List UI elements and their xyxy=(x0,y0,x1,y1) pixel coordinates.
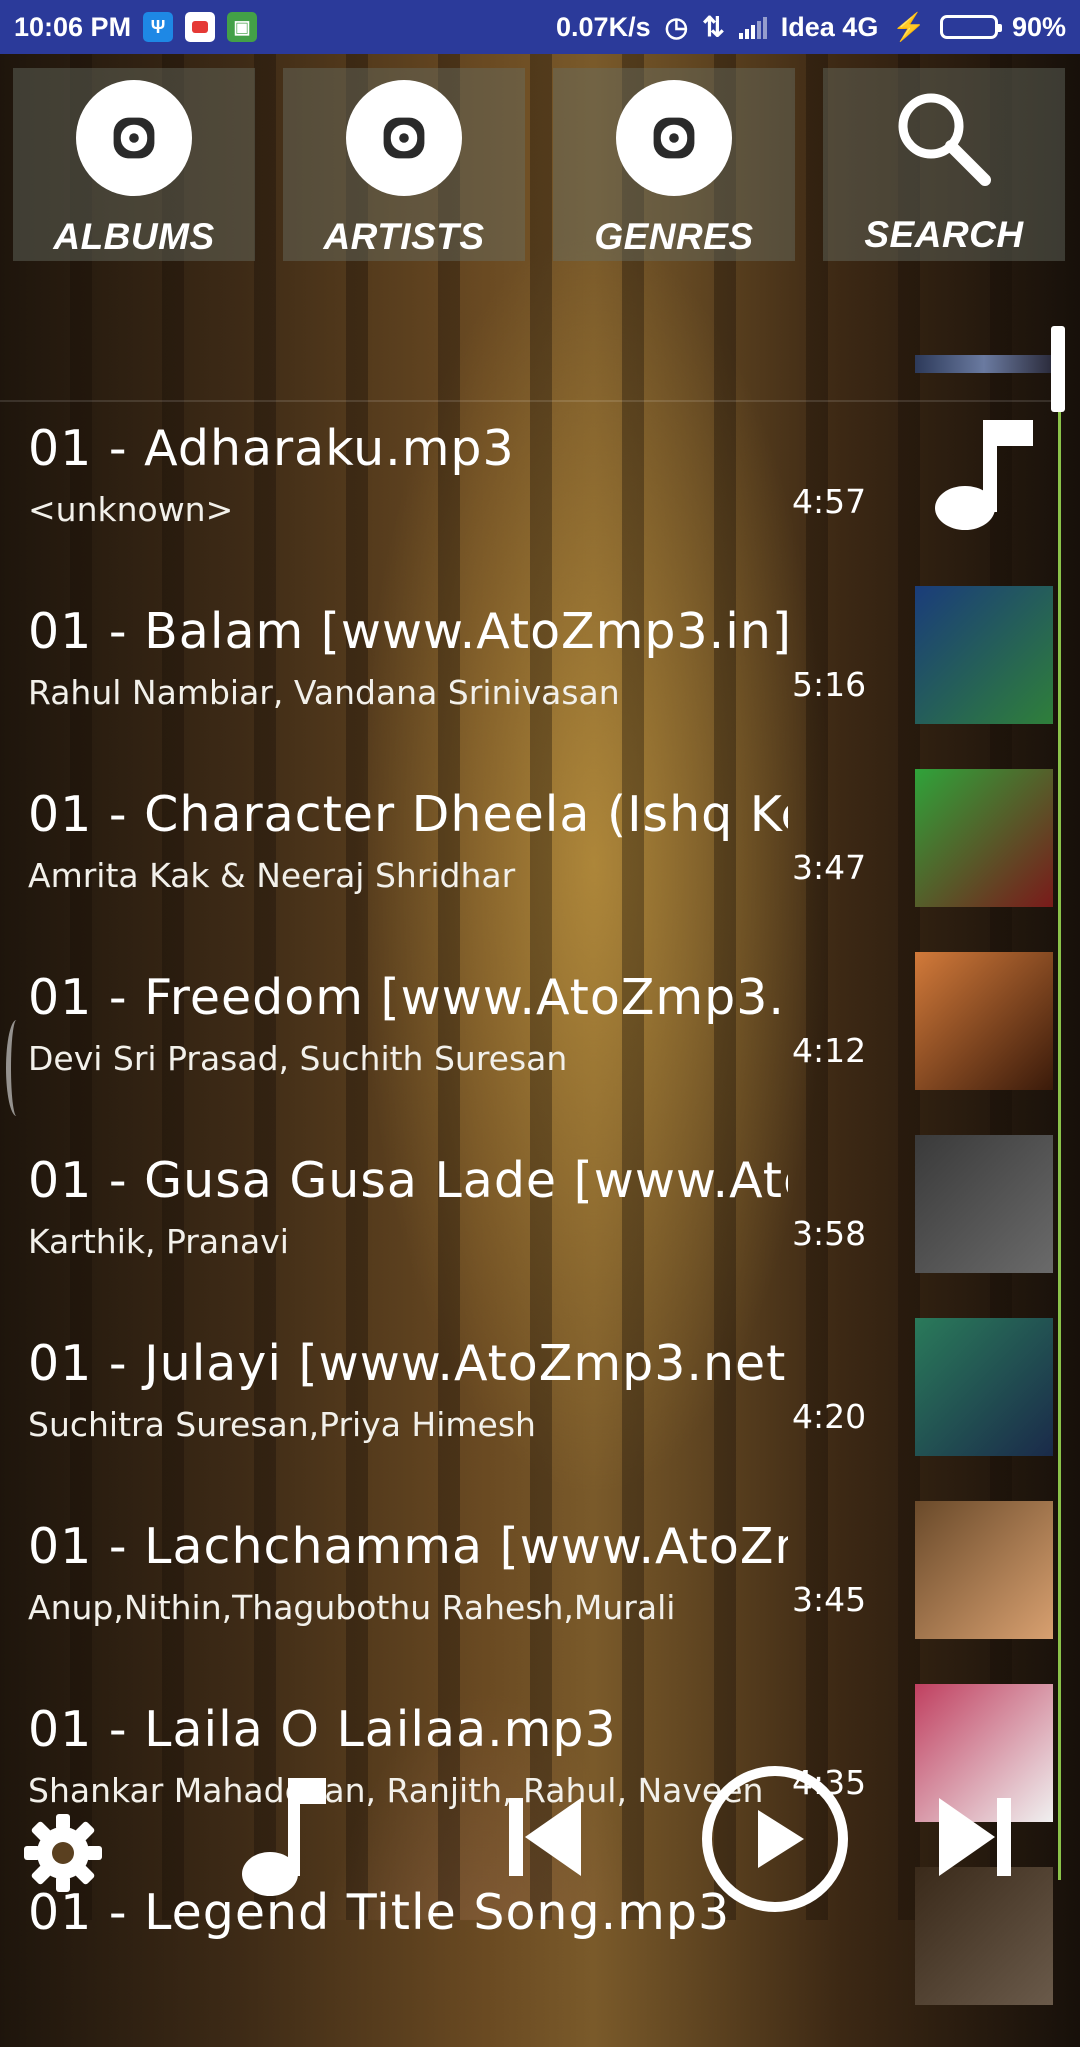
song-title: 01 - Character Dheela (Ishq Ke... xyxy=(28,786,788,843)
network-speed: 0.07K/s xyxy=(556,11,651,42)
genres-tab[interactable]: GENRES xyxy=(553,68,795,261)
artists-tab[interactable]: ARTISTS xyxy=(283,68,525,261)
now-playing-button[interactable] xyxy=(238,1770,328,1900)
usb-icon: Ψ xyxy=(143,12,174,42)
play-icon xyxy=(702,1766,848,1912)
song-title: 01 - Freedom [www.AtoZmp3.in].... xyxy=(28,969,788,1026)
song-title: 01 - Julayi [www.AtoZmp3.net].m... xyxy=(28,1335,788,1392)
song-duration: 3:58 xyxy=(792,1214,867,1253)
song-artist: Rahul Nambiar, Vandana Srinivasan xyxy=(28,673,620,712)
song-row[interactable]: 01 - Julayi [www.AtoZmp3.net].m... Suchit… xyxy=(0,1315,1060,1498)
album-art-thumbnail xyxy=(915,1135,1053,1273)
song-duration: 3:45 xyxy=(792,1580,867,1619)
song-artist: <unknown> xyxy=(28,490,234,529)
song-title: 01 - Balam [www.AtoZmp3.in].mp3 xyxy=(28,603,788,660)
album-art-thumbnail xyxy=(915,1501,1053,1639)
album-art-thumbnail xyxy=(915,355,1053,373)
song-duration: 3:47 xyxy=(792,848,867,887)
song-row[interactable]: 01 - Balam [www.AtoZmp3.in].mp3 Rahul Nam… xyxy=(0,583,1060,766)
gear-icon xyxy=(24,1814,102,1892)
genres-label: GENRES xyxy=(594,216,754,257)
albums-label: ALBUMS xyxy=(53,216,215,257)
song-duration: 4:57 xyxy=(792,482,867,521)
albums-tab[interactable]: ALBUMS xyxy=(13,68,255,261)
song-artist: Karthik, Pranavi xyxy=(28,1222,289,1261)
disc-icon xyxy=(616,80,732,196)
song-artist: Suchitra Suresan,Priya Himesh xyxy=(28,1405,536,1444)
data-icon: ⇅ xyxy=(702,11,725,42)
youtube-icon xyxy=(185,12,216,42)
album-art-thumbnail xyxy=(915,586,1053,724)
previous-button[interactable] xyxy=(505,1792,585,1882)
song-title: 01 - Lachchamma [www.AtoZmp... xyxy=(28,1518,788,1575)
song-row[interactable]: 01 - Adharaku.mp3 <unknown> 4:57 xyxy=(0,400,1060,583)
song-title: 01 - Adharaku.mp3 xyxy=(28,420,515,477)
music-note-icon xyxy=(915,403,1053,541)
status-bar: 10:06 PM Ψ ▣ 0.07K/s ◷ ⇅ Idea 4G ⚡ 90% xyxy=(0,0,1080,54)
signal-icon xyxy=(738,15,767,39)
battery-icon xyxy=(939,15,1002,39)
skip-next-icon xyxy=(939,1798,1011,1876)
song-artist: Anup,Nithin,Thagubothu Rahesh,Murali xyxy=(28,1588,676,1627)
carrier-label: Idea 4G xyxy=(780,11,879,42)
song-duration: 4:20 xyxy=(792,1397,867,1436)
search-icon xyxy=(898,93,991,186)
player-controls xyxy=(0,1750,1080,1912)
album-art-thumbnail xyxy=(915,769,1053,907)
status-time: 10:06 PM xyxy=(14,11,132,42)
song-row[interactable]: 01 - Character Dheela (Ishq Ke... Amrita … xyxy=(0,766,1060,949)
disc-icon xyxy=(346,80,462,196)
artists-label: ARTISTS xyxy=(323,216,485,257)
song-artist: Devi Sri Prasad, Suchith Suresan xyxy=(28,1039,568,1078)
song-row[interactable]: 01 - Freedom [www.AtoZmp3.in].... Devi Sr… xyxy=(0,949,1060,1132)
song-artist: Amrita Kak & Neeraj Shridhar xyxy=(28,856,516,895)
skip-previous-icon xyxy=(509,1798,581,1876)
song-row[interactable]: 01 - Gusa Gusa Lade [www.Ato... Karthik, … xyxy=(0,1132,1060,1315)
charging-icon: ⚡ xyxy=(892,12,926,42)
song-row[interactable]: 01 - Lachchamma [www.AtoZmp... Anup,Nithi… xyxy=(0,1498,1060,1681)
alarm-icon: ◷ xyxy=(664,11,689,42)
top-navigation: ALBUMS ARTISTS GENRES SEARCH xyxy=(13,68,1065,261)
song-title: 01 - Gusa Gusa Lade [www.Ato... xyxy=(28,1152,788,1209)
album-art-thumbnail xyxy=(915,1318,1053,1456)
next-button[interactable] xyxy=(935,1792,1015,1882)
search-tab[interactable]: SEARCH xyxy=(823,68,1065,261)
album-art-thumbnail xyxy=(915,952,1053,1090)
android-icon: ▣ xyxy=(227,12,258,42)
settings-button[interactable] xyxy=(20,1810,106,1896)
song-duration: 4:12 xyxy=(792,1031,867,1070)
play-button[interactable] xyxy=(700,1764,850,1914)
song-duration: 5:16 xyxy=(792,665,867,704)
music-note-icon xyxy=(242,1778,326,1896)
battery-percent: 90% xyxy=(1011,11,1066,42)
search-label: SEARCH xyxy=(864,214,1024,255)
disc-icon xyxy=(76,80,192,196)
